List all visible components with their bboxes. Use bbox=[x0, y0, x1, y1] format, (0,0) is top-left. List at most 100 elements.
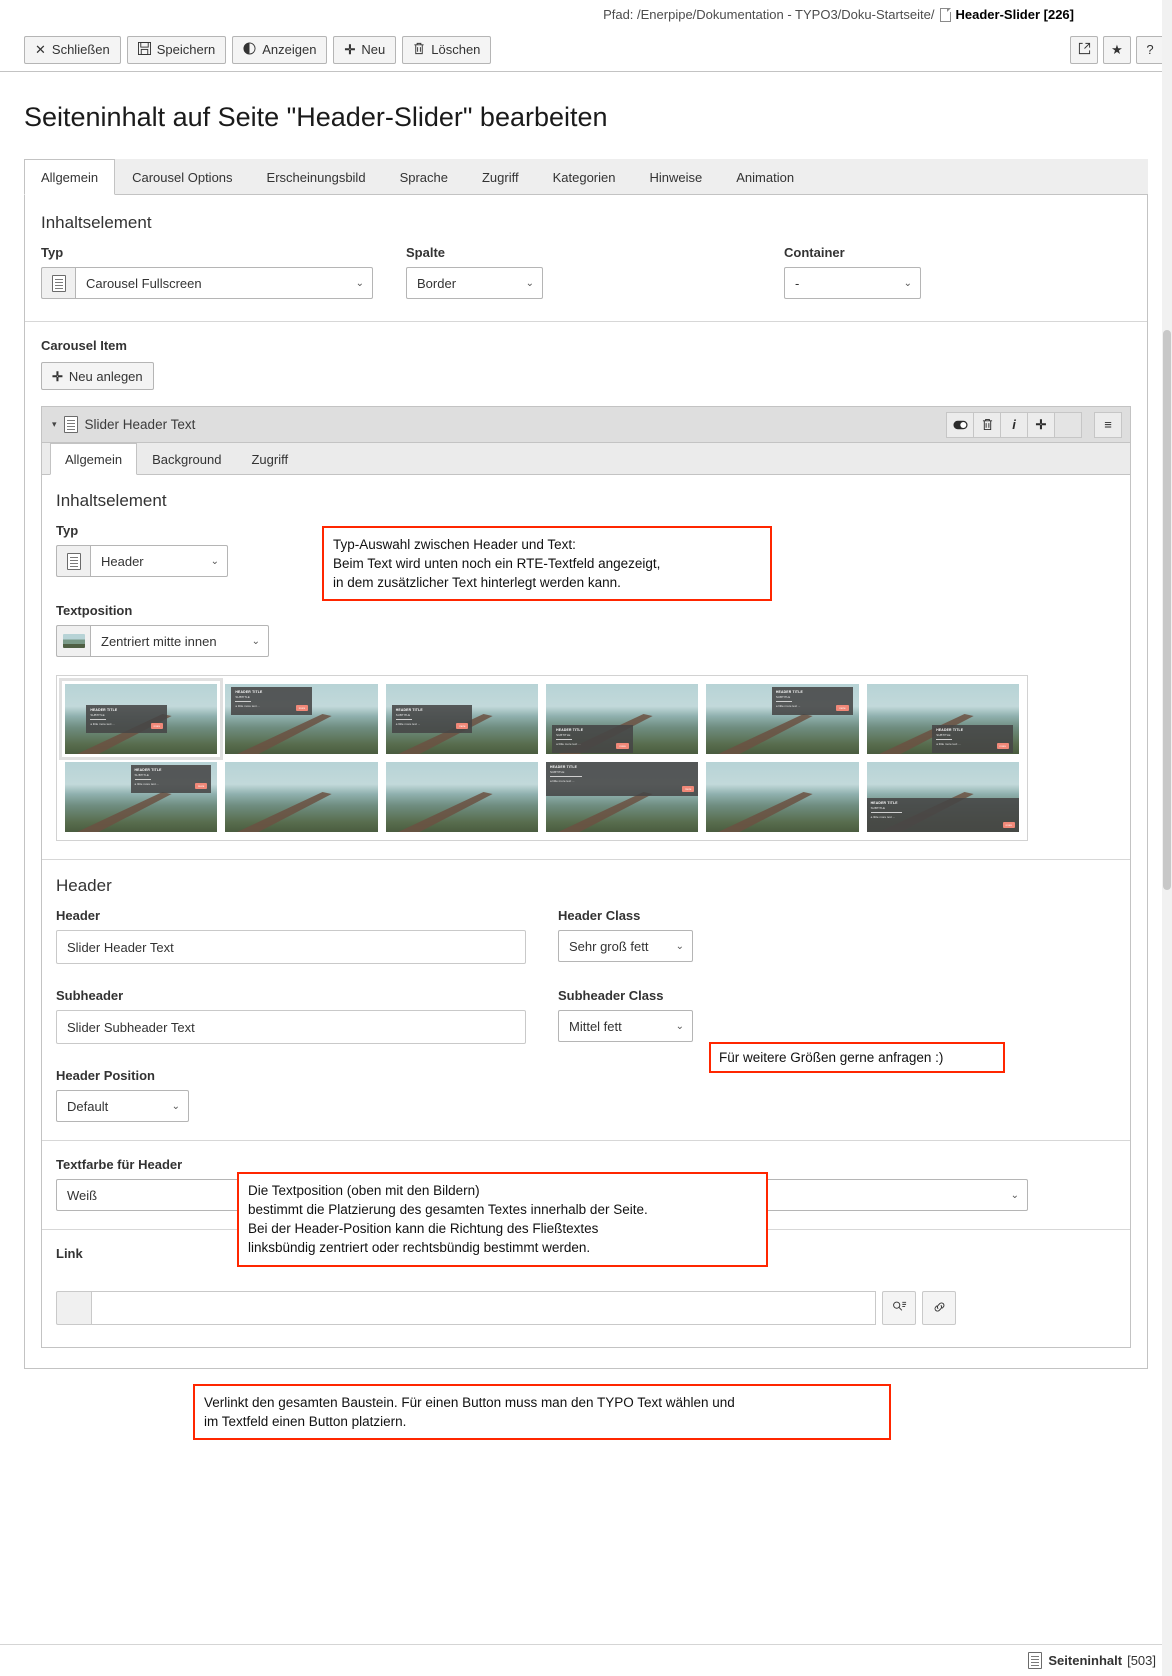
footer-label: Seiteninhalt bbox=[1048, 1653, 1123, 1668]
page-icon bbox=[939, 8, 951, 22]
label-container: Container bbox=[784, 245, 845, 260]
container-select[interactable]: - ⌄ bbox=[784, 267, 921, 299]
collapse-caret-icon[interactable]: ▾ bbox=[52, 419, 57, 430]
tab-zugriff[interactable]: Zugriff bbox=[465, 159, 536, 194]
header-input[interactable]: Slider Header Text bbox=[56, 930, 526, 964]
view-button[interactable]: Anzeigen bbox=[232, 35, 328, 64]
thumbnail-option-plain-2[interactable] bbox=[385, 762, 538, 832]
page-scrollbar[interactable] bbox=[1162, 0, 1172, 1676]
inline-record-title: Slider Header Text bbox=[84, 417, 196, 432]
thumbnail-option-top-left[interactable]: HEADER TITLE SUBTITLE a little more text … bbox=[225, 684, 378, 754]
annotation-header-class: Für weitere Größen gerne anfragen :) bbox=[709, 1042, 1005, 1074]
label-header: Header bbox=[56, 908, 101, 923]
form-tabs: Allgemein Carousel Options Erscheinungsb… bbox=[24, 159, 1148, 195]
new-carousel-item-button[interactable]: ✛ Neu anlegen bbox=[41, 362, 154, 390]
thumbnail-option-bottom-right-inner[interactable]: HEADER TITLE SUBTITLE a little more text … bbox=[866, 684, 1019, 754]
tab-kategorien[interactable]: Kategorien bbox=[536, 159, 633, 194]
drag-handle-icon[interactable]: ≡ bbox=[1094, 411, 1122, 438]
toggle-hide-icon[interactable] bbox=[946, 411, 974, 438]
thumbnail-option-plain-1[interactable] bbox=[225, 762, 378, 832]
trash-icon bbox=[413, 42, 425, 57]
spalte-select-value: Border bbox=[417, 275, 457, 291]
link-input[interactable] bbox=[92, 1291, 876, 1325]
subheader-input[interactable]: Slider Subheader Text bbox=[56, 1010, 526, 1044]
chevron-down-icon: ⌄ bbox=[675, 940, 684, 952]
chevron-down-icon: ⌄ bbox=[1010, 1189, 1019, 1201]
inline-tab-background[interactable]: Background bbox=[137, 443, 236, 474]
link-browse-icon bbox=[892, 1300, 907, 1317]
inline-typ-select[interactable]: Header ⌄ bbox=[90, 545, 228, 577]
link-chain-icon bbox=[932, 1300, 947, 1317]
annotation-typ-line3: in dem zusätzlicher Text hinterlegt werd… bbox=[333, 575, 621, 591]
tab-sprache[interactable]: Sprache bbox=[383, 159, 465, 194]
container-select-value: - bbox=[795, 275, 800, 291]
action-spacer bbox=[1081, 412, 1095, 438]
delete-button[interactable]: Löschen bbox=[402, 35, 492, 64]
view-icon bbox=[243, 42, 256, 57]
textposition-select[interactable]: Zentriert mitte innen ⌄ bbox=[90, 625, 269, 657]
plus-icon: ✛ bbox=[344, 42, 356, 57]
thumb-overlay-button: more bbox=[150, 723, 164, 729]
tab-carousel-options[interactable]: Carousel Options bbox=[115, 159, 249, 194]
new-button-label: Neu bbox=[361, 42, 386, 57]
chevron-down-icon: ⌄ bbox=[210, 555, 219, 567]
thumbnail-option-bottom-left[interactable]: HEADER TITLE SUBTITLE a little more text … bbox=[545, 684, 699, 754]
open-external-button[interactable] bbox=[1070, 35, 1098, 64]
header-position-select[interactable]: Default ⌄ bbox=[56, 1090, 189, 1122]
annotation-hp-line2: bestimmt die Platzierung des gesamten Te… bbox=[248, 1202, 648, 1218]
inline-tab-zugriff[interactable]: Zugriff bbox=[236, 443, 303, 474]
textposition-select-value: Zentriert mitte innen bbox=[101, 633, 217, 649]
tab-animation[interactable]: Animation bbox=[719, 159, 811, 194]
thumbnail-option-center-middle[interactable]: HEADER TITLE SUBTITLE a little more text… bbox=[58, 678, 224, 760]
new-carousel-item-label: Neu anlegen bbox=[68, 368, 143, 384]
thumbnail-option-top-right[interactable]: HEADER TITLE SUBTITLE a little more text … bbox=[706, 684, 859, 754]
content-icon bbox=[1028, 1652, 1043, 1669]
link-browse-button[interactable] bbox=[882, 1291, 916, 1325]
header-class-select[interactable]: Sehr groß fett ⌄ bbox=[558, 930, 693, 962]
subheader-class-select[interactable]: Mittel fett ⌄ bbox=[558, 1010, 693, 1042]
bookmark-button[interactable]: ★ bbox=[1103, 35, 1131, 64]
plus-icon: ✛ bbox=[52, 368, 63, 384]
annotation-typ-line2: Beim Text wird unten noch ein RTE-Textfe… bbox=[333, 556, 661, 572]
link-edit-button[interactable] bbox=[922, 1291, 956, 1325]
inline-tab-allgemein[interactable]: Allgemein bbox=[50, 443, 138, 475]
annotation-typ: Typ-Auswahl zwischen Header und Text: Be… bbox=[322, 526, 772, 602]
inline-legend-header: Header bbox=[56, 876, 112, 895]
inline-section-header: Header Header Slider Header Text Header … bbox=[42, 860, 1130, 1141]
create-new-icon[interactable]: ✛ bbox=[1027, 411, 1055, 438]
header-class-value: Sehr groß fett bbox=[569, 938, 649, 954]
thumbnail-option-top-right-2[interactable]: HEADER TITLE SUBTITLE a little more text … bbox=[65, 762, 218, 832]
annotation-hp-line3: Bei der Header-Position kann die Richtun… bbox=[248, 1221, 599, 1237]
save-button-label: Speichern bbox=[156, 42, 216, 57]
inline-record-header[interactable]: ▾ Slider Header Text i ✛ ≡ bbox=[42, 407, 1130, 443]
thumbnail-option-plain-3[interactable] bbox=[706, 762, 859, 832]
delete-icon[interactable] bbox=[973, 411, 1001, 438]
help-button[interactable]: ? bbox=[1136, 35, 1164, 64]
new-button[interactable]: ✛ Neu bbox=[333, 35, 397, 64]
header-position-value: Default bbox=[67, 1098, 109, 1114]
save-button[interactable]: Speichern bbox=[126, 35, 227, 64]
annotation-link-line2: im Textfeld einen Button platziern. bbox=[204, 1414, 407, 1430]
chevron-down-icon: ⌄ bbox=[171, 1100, 180, 1112]
chevron-down-icon: ⌄ bbox=[903, 277, 912, 289]
thumbnail-option-center-left-middle[interactable]: HEADER TITLE SUBTITLE a little more text … bbox=[385, 684, 538, 754]
info-icon[interactable]: i bbox=[1000, 411, 1028, 438]
spalte-select[interactable]: Border ⌄ bbox=[406, 267, 543, 299]
label-carousel-item: Carousel Item bbox=[41, 338, 127, 353]
chevron-down-icon: ⌄ bbox=[355, 277, 364, 289]
view-button-label: Anzeigen bbox=[262, 42, 317, 57]
annotation-link: Verlinkt den gesamten Baustein. Für eine… bbox=[193, 1384, 891, 1441]
tab-allgemein[interactable]: Allgemein bbox=[24, 159, 116, 195]
close-button[interactable]: ✕ Schließen bbox=[24, 35, 121, 64]
typ-select[interactable]: Carousel Fullscreen ⌄ bbox=[75, 267, 373, 299]
close-icon: ✕ bbox=[35, 42, 46, 57]
content-icon bbox=[56, 545, 90, 577]
tab-hinweise[interactable]: Hinweise bbox=[632, 159, 719, 194]
thumbnail-option-bottom-wide[interactable]: HEADER TITLE SUBTITLE a little more text … bbox=[866, 762, 1019, 832]
module-toolbar: ✕ Schließen Speichern Anzeigen ✛ Neu Lös… bbox=[0, 28, 1172, 72]
section-inhaltselement: Inhaltselement Typ Carousel Fullscreen ⌄… bbox=[25, 195, 1147, 322]
scrollbar-thumb[interactable] bbox=[1163, 330, 1171, 890]
thumbnail-option-top-wide[interactable]: HEADER TITLE SUBTITLE a little more text … bbox=[545, 762, 699, 832]
tab-erscheinungsbild[interactable]: Erscheinungsbild bbox=[250, 159, 383, 194]
label-spalte: Spalte bbox=[406, 245, 446, 260]
